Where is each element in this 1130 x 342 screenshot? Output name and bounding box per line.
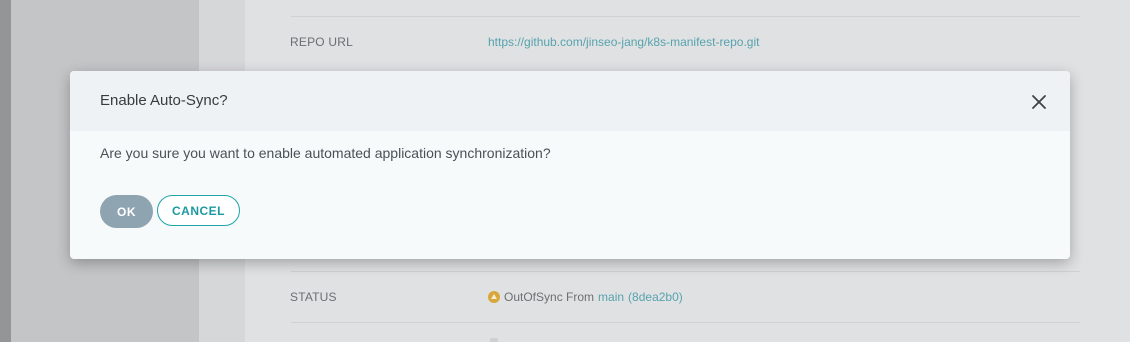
branch-link[interactable]: main [598, 290, 624, 304]
row-divider [291, 16, 1080, 17]
close-icon [1032, 95, 1046, 109]
row-divider [291, 271, 1080, 272]
enable-auto-sync-dialog: Enable Auto-Sync? Are you sure you want … [70, 71, 1070, 259]
cut-off-row-icon [490, 338, 498, 342]
repo-url-link[interactable]: https://github.com/jinseo-jang/k8s-manif… [488, 35, 759, 49]
ok-button[interactable]: OK [100, 195, 153, 228]
revision-link[interactable]: (8dea2b0) [628, 290, 683, 304]
status-value: OutOfSync From main (8dea2b0) [488, 290, 683, 304]
app-page: REPO URL https://github.com/jinseo-jang/… [0, 0, 1130, 342]
repo-url-value: https://github.com/jinseo-jang/k8s-manif… [488, 35, 759, 49]
cancel-button[interactable]: CANCEL [157, 195, 240, 226]
status-text: OutOfSync From [504, 290, 595, 304]
out-of-sync-icon [488, 291, 500, 303]
close-button[interactable] [1028, 91, 1050, 113]
status-label: STATUS [290, 290, 337, 304]
repo-url-label: REPO URL [290, 35, 353, 49]
left-edge [0, 0, 11, 342]
row-divider [291, 322, 1080, 323]
dialog-title: Enable Auto-Sync? [100, 92, 228, 109]
dialog-header: Enable Auto-Sync? [70, 71, 1070, 131]
dialog-message: Are you sure you want to enable automate… [100, 145, 551, 161]
